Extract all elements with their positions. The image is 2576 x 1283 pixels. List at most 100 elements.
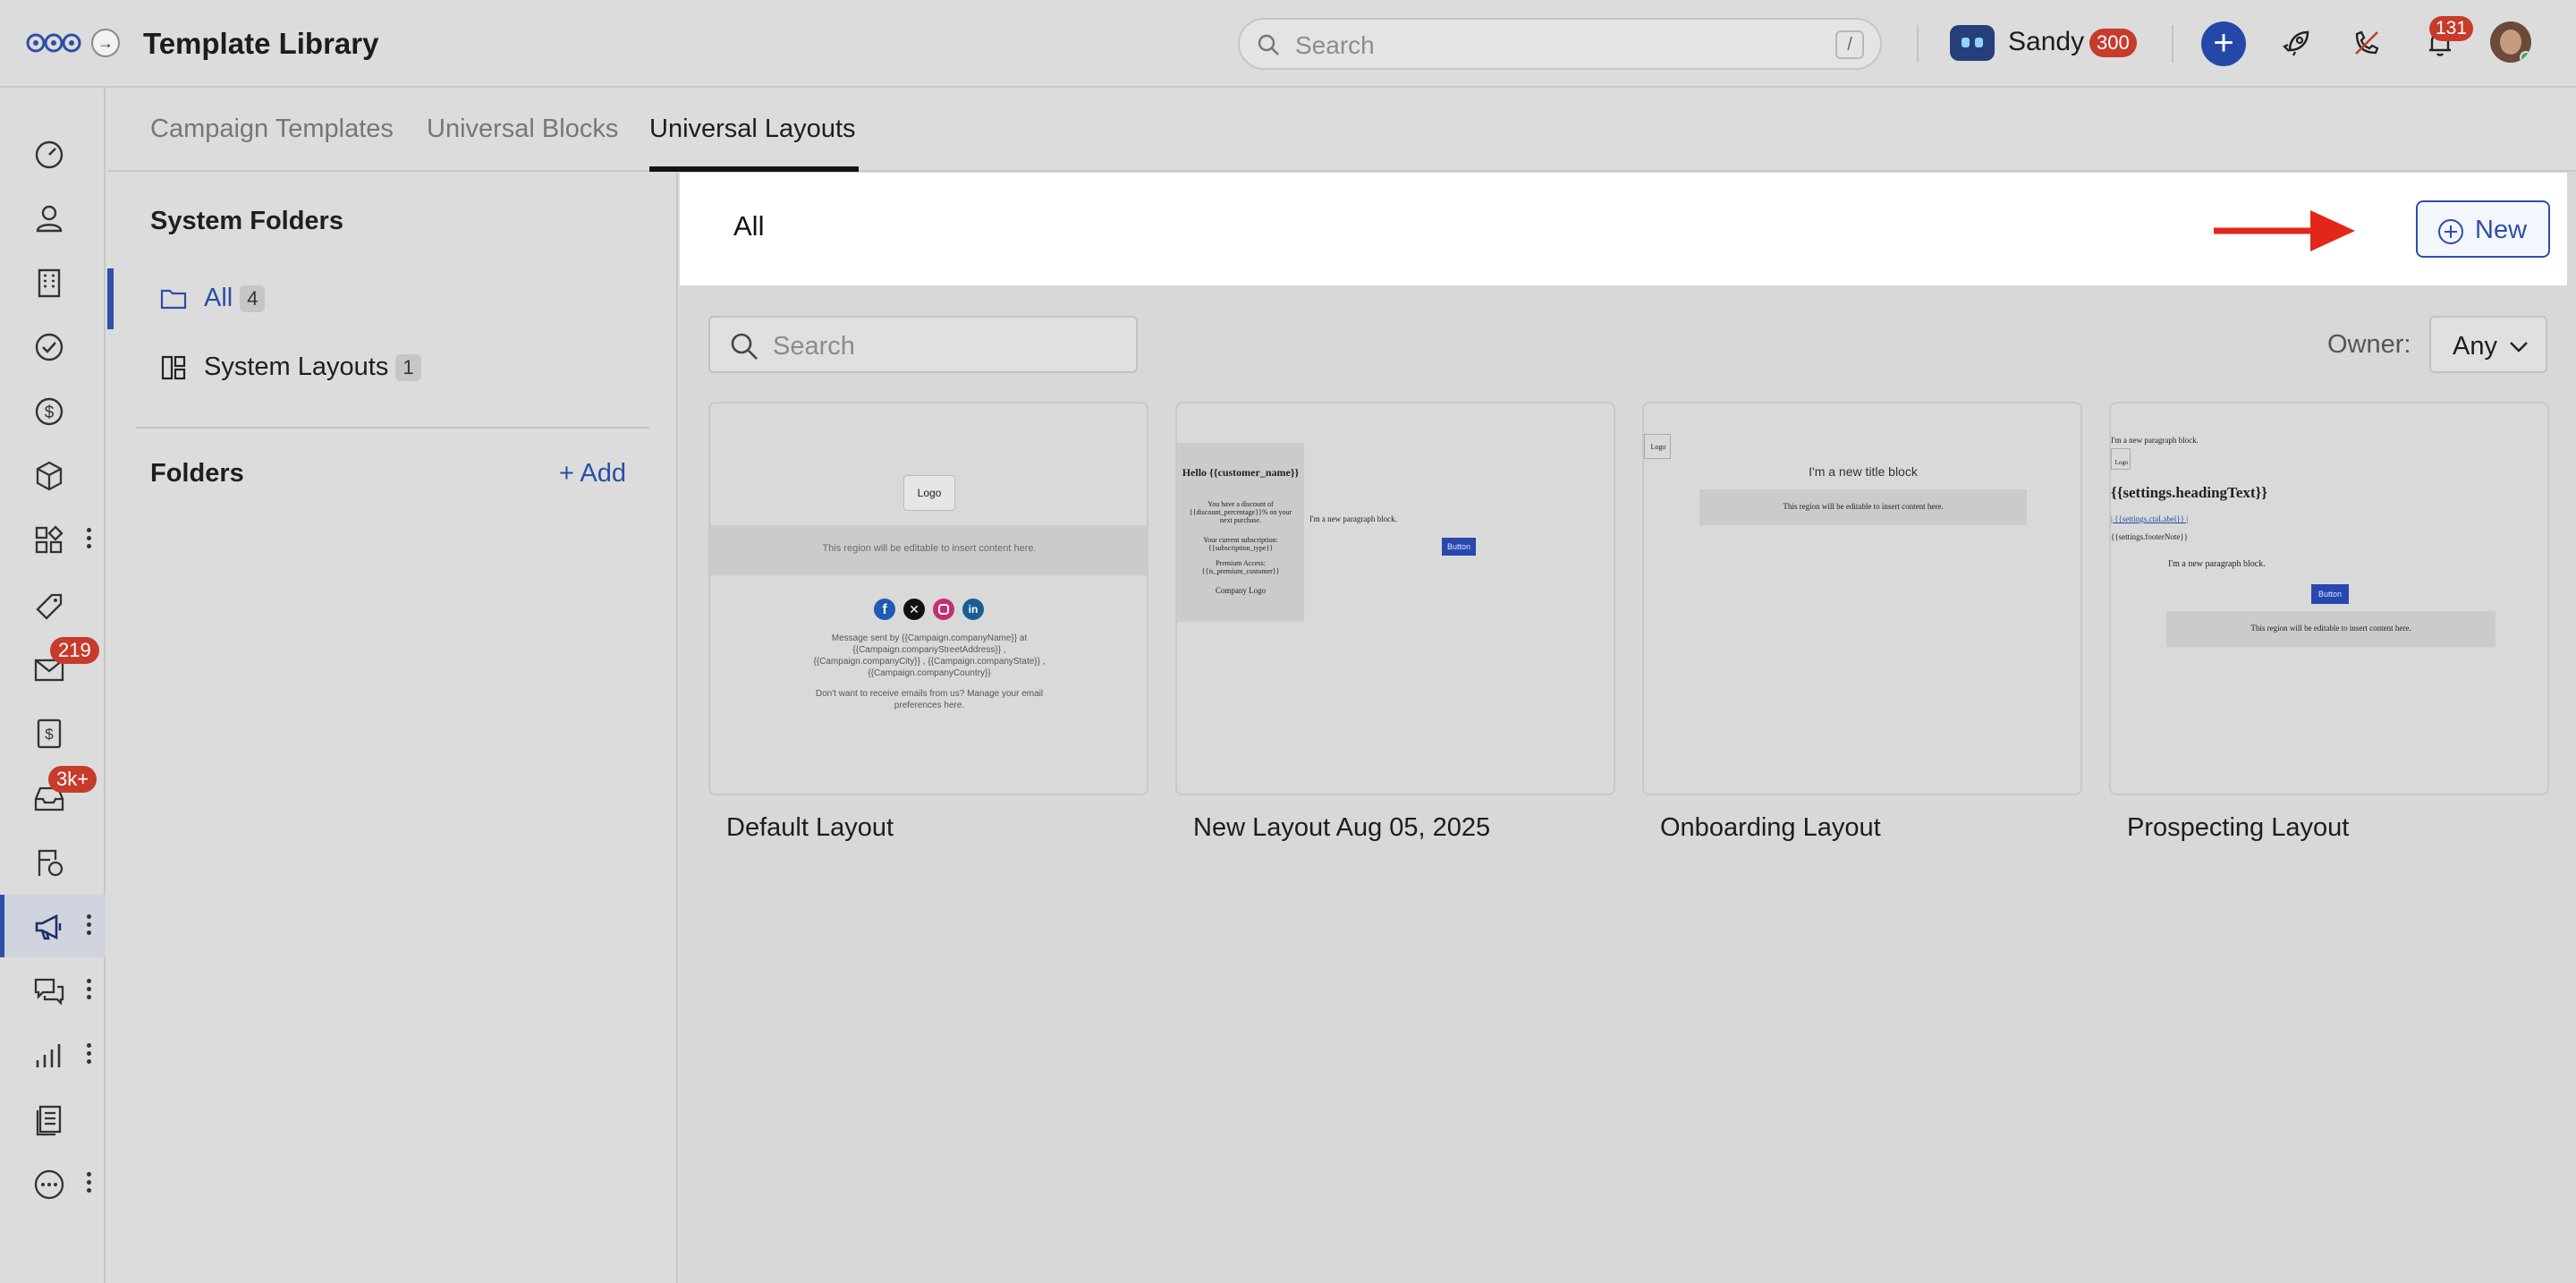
- sequences-icon: [38, 849, 64, 877]
- layout-title-onboarding[interactable]: Onboarding Layout: [1660, 813, 1881, 843]
- create-plus-button[interactable]: +: [2201, 21, 2246, 66]
- search-placeholder: Search: [1295, 31, 1375, 59]
- tab-campaign-templates[interactable]: Campaign Templates: [150, 115, 394, 144]
- linkedin-icon: in: [962, 599, 984, 620]
- preview-footer-unsubscribe: Don't want to receive emails from us? Ma…: [815, 689, 1044, 710]
- rail-item-tags[interactable]: [0, 573, 106, 635]
- divider: [136, 427, 649, 429]
- kebab-menu-icon[interactable]: [86, 979, 93, 1002]
- content-header: All New: [680, 173, 2567, 285]
- new-layout-button[interactable]: New: [2416, 200, 2550, 258]
- preview-region: This region will be editable to insert c…: [710, 525, 1147, 575]
- preview-button: Button: [2311, 584, 2349, 604]
- sidebar-collapse-icon[interactable]: →: [91, 29, 120, 57]
- folder-all-count: 4: [240, 285, 266, 313]
- logo-icon[interactable]: [25, 27, 82, 59]
- user-name[interactable]: Sandy: [2008, 27, 2084, 57]
- preview-region-text: This region will be editable to insert c…: [822, 543, 1037, 554]
- layout-title-prospecting[interactable]: Prospecting Layout: [2127, 813, 2349, 843]
- preview-logo-broken-image: Logo: [2111, 448, 2131, 470]
- layout-title-new-aug[interactable]: New Layout Aug 05, 2025: [1193, 813, 1490, 843]
- divider: [2172, 25, 2174, 63]
- apps-icon: [35, 525, 64, 554]
- preview-footer-note: {{settings.footerNote}}: [2111, 532, 2189, 541]
- preview-logo-text: Logo: [2114, 459, 2129, 466]
- rail-item-deals[interactable]: $: [0, 379, 106, 442]
- folders-heading: Folders: [150, 459, 244, 488]
- kebab-menu-icon[interactable]: [86, 1172, 93, 1195]
- owner-filter-value: Any: [2453, 332, 2497, 361]
- rail-item-sequences[interactable]: [0, 830, 106, 893]
- tags-icon: [36, 593, 63, 620]
- phone-off-icon[interactable]: [2351, 27, 2383, 59]
- folders-panel: System Folders All 4 System Layouts 1 Fold…: [107, 173, 678, 1283]
- layout-card-default[interactable]: Logo This region will be editable to ins…: [708, 402, 1148, 795]
- rail-item-documents[interactable]: [0, 1088, 106, 1151]
- folder-all[interactable]: All 4: [107, 268, 676, 329]
- inbox-badge: 3k+: [48, 766, 97, 793]
- preview-logo-text: Logo: [1650, 443, 1666, 451]
- more-icon: [34, 1169, 64, 1200]
- rail-item-inbox[interactable]: 3k+: [0, 766, 106, 828]
- layout-card-new-aug[interactable]: Hello {{customer_name}} You have a disco…: [1175, 402, 1615, 795]
- layout-card-onboarding[interactable]: Logo I'm a new title block This region w…: [1642, 402, 2082, 795]
- rail-item-companies[interactable]: [0, 251, 106, 313]
- content-title: All: [733, 210, 765, 242]
- layout-icon: [161, 355, 186, 380]
- deals-icon: $: [35, 397, 64, 426]
- preview-discount: You have a discount of {{discount_percen…: [1189, 500, 1292, 524]
- tab-universal-blocks[interactable]: Universal Blocks: [427, 115, 618, 144]
- rail-item-apps[interactable]: [0, 508, 106, 571]
- preview-region: This region will be editable to insert c…: [2166, 611, 2496, 647]
- preview-paragraph: I'm a new paragraph block.: [2168, 559, 2266, 569]
- rail-item-conversations[interactable]: [0, 959, 106, 1022]
- active-tab-indicator: [649, 166, 859, 172]
- rail-item-mail[interactable]: 219: [0, 637, 106, 700]
- owner-filter-select[interactable]: Any: [2429, 316, 2547, 373]
- tasks-icon: [35, 333, 64, 361]
- rail-item-quotes[interactable]: $: [0, 701, 106, 764]
- tab-universal-layouts[interactable]: Universal Layouts: [649, 115, 856, 144]
- rail-item-more[interactable]: [0, 1152, 106, 1215]
- rail-item-reports[interactable]: [0, 1024, 106, 1086]
- preview-heading: {{settings.headingText}}: [2111, 484, 2267, 501]
- main-content: All New Search Owner: Any Logo This regi…: [680, 173, 2576, 1283]
- assistant-bot-icon[interactable]: [1950, 25, 1995, 61]
- preview-region-text: This region will be editable to insert c…: [2250, 624, 2411, 633]
- preview-region: This region will be editable to insert c…: [1699, 489, 2027, 525]
- campaigns-icon: [35, 913, 62, 940]
- rocket-icon[interactable]: [2281, 27, 2313, 59]
- folder-system-layouts[interactable]: System Layouts 1: [107, 337, 676, 398]
- quotes-icon: $: [37, 718, 62, 749]
- tab-bar: Campaign Templates Universal Blocks Univ…: [107, 88, 2576, 172]
- rail-item-tasks[interactable]: [0, 315, 106, 378]
- chevron-down-icon: [2510, 342, 2528, 353]
- avatar[interactable]: [2490, 21, 2531, 63]
- kebab-menu-icon[interactable]: [86, 1043, 93, 1066]
- products-icon: [36, 461, 63, 491]
- global-search-input[interactable]: Search /: [1238, 18, 1882, 70]
- layouts-search-input[interactable]: Search: [708, 316, 1138, 373]
- rail-item-products[interactable]: [0, 444, 106, 506]
- kebab-menu-icon[interactable]: [86, 528, 93, 551]
- x-twitter-icon: ✕: [903, 599, 925, 620]
- add-folder-button[interactable]: + Add: [559, 459, 626, 489]
- rail-item-dashboard[interactable]: [0, 122, 106, 184]
- mail-badge: 219: [50, 637, 99, 664]
- divider: [1917, 25, 1919, 63]
- rail-item-campaigns[interactable]: [0, 895, 106, 957]
- online-status-dot: [2520, 51, 2531, 63]
- page-title: Template Library: [143, 27, 379, 60]
- instagram-icon: [933, 599, 954, 620]
- rail-item-contacts[interactable]: [0, 186, 106, 249]
- preview-paragraph-top: I'm a new paragraph block.: [2111, 436, 2199, 445]
- layout-title-default[interactable]: Default Layout: [726, 813, 894, 843]
- kebab-menu-icon[interactable]: [86, 914, 93, 938]
- folder-icon: [160, 289, 187, 310]
- plus-icon: +: [559, 459, 580, 488]
- reports-icon: [36, 1044, 61, 1067]
- search-icon: [1258, 34, 1279, 55]
- layout-card-prospecting[interactable]: I'm a new paragraph block. Logo {{settin…: [2109, 402, 2549, 795]
- preview-subscription: Your current subscription: {{subscriptio…: [1203, 536, 1278, 552]
- folder-system-layouts-count: 1: [395, 354, 421, 382]
